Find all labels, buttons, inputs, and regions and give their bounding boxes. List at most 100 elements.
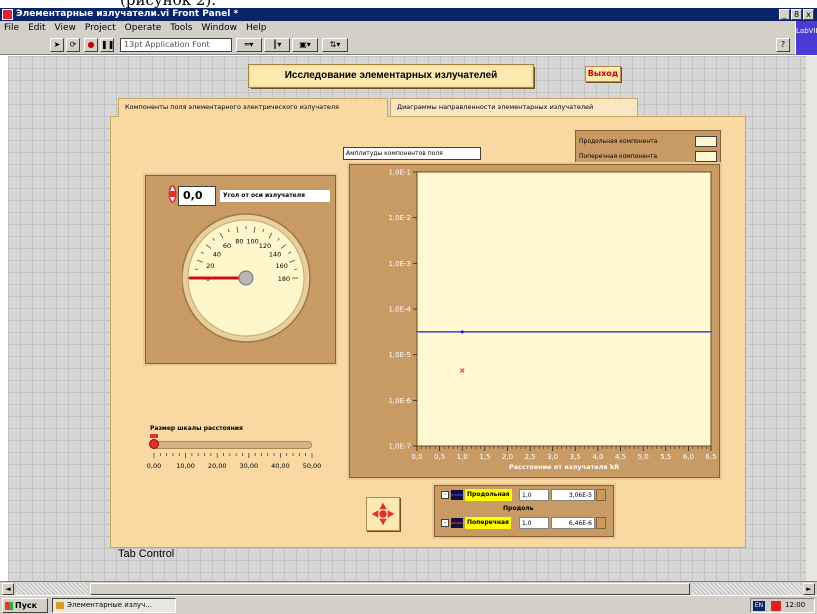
- cursor-scroll[interactable]: [596, 489, 606, 501]
- expand-icon[interactable]: -: [441, 519, 449, 527]
- menu-view[interactable]: View: [55, 23, 76, 33]
- scroll-track[interactable]: [16, 583, 88, 595]
- window-titlebar[interactable]: Элементарные излучатели.vi Front Panel *…: [0, 8, 817, 21]
- legend-swatch-icon: [695, 136, 717, 147]
- x-axis-tick-label: 5,0: [638, 453, 649, 461]
- x-axis-tick-label: 5,5: [660, 453, 671, 461]
- exit-button[interactable]: Выход: [585, 66, 621, 82]
- cursor-scroll[interactable]: [596, 517, 606, 529]
- start-button[interactable]: Пуск: [2, 598, 48, 613]
- gauge-scale-label: 80: [235, 238, 243, 246]
- menu-bar: File Edit View Project Operate Tools Window Hel…: [0, 21, 795, 35]
- menu-window[interactable]: Window: [201, 23, 237, 33]
- x-axis-tick-label: 4,5: [615, 453, 626, 461]
- x-axis-label: Расстояние от излучателя kR: [509, 463, 619, 471]
- cursor-move-button[interactable]: [366, 497, 400, 531]
- x-axis-tick-label: 3,5: [570, 453, 581, 461]
- y-axis-tick-label: 1,0E-5: [388, 351, 411, 359]
- legend-label: Продольная компонента: [579, 138, 658, 145]
- gauge-scale-label: 120: [259, 242, 271, 250]
- taskbar-window-button[interactable]: Элементарные излуч...: [52, 598, 176, 613]
- cursor-swatch-icon: [451, 518, 463, 528]
- context-help-icon[interactable]: ?: [776, 38, 790, 52]
- expand-icon[interactable]: -: [441, 491, 449, 499]
- cursor-y-value[interactable]: 3,06E-5: [551, 489, 595, 501]
- system-tray: EN 12:00: [750, 598, 815, 613]
- angle-label: Угол от оси излучателя: [220, 190, 330, 202]
- x-axis-tick-label: 4,0: [592, 453, 603, 461]
- run-arrow-icon[interactable]: ➤: [50, 38, 64, 52]
- align-objects-icon[interactable]: ═▾: [236, 38, 262, 52]
- minimize-button[interactable]: _: [779, 9, 790, 20]
- tab-field-components[interactable]: Компоненты поля элементарного электричес…: [118, 98, 388, 117]
- scroll-track[interactable]: [692, 583, 802, 595]
- menu-tools[interactable]: Tools: [170, 23, 192, 33]
- pause-icon[interactable]: ❚❚: [100, 38, 114, 52]
- language-indicator[interactable]: EN: [753, 601, 765, 611]
- slider-tick-label: 10,00: [176, 462, 195, 470]
- field-amplitude-chart[interactable]: 1,0E-1 1,0E-2 1,0E-3 1,0E-4 1,0E-5 1,0E-6 1,0E…: [347, 162, 722, 480]
- clock: 12:00: [785, 601, 806, 609]
- cursor-row[interactable]: Продоль: [441, 503, 611, 515]
- gauge-tick: [294, 268, 298, 270]
- slider-scale: 0,00 10,00 20,00 30,00 40,00 50,00: [147, 453, 321, 470]
- tab-radiation-patterns[interactable]: Диаграммы направленности элементарных из…: [390, 98, 638, 116]
- maximize-button[interactable]: 8: [791, 9, 802, 20]
- angle-increment-icon[interactable]: [168, 183, 177, 205]
- abort-icon[interactable]: ●: [84, 38, 98, 52]
- angle-numeric-input[interactable]: 0,0: [178, 186, 216, 206]
- menu-edit[interactable]: Edit: [28, 23, 45, 33]
- y-axis-tick-label: 1,0E-7: [388, 443, 411, 451]
- scroll-left-icon[interactable]: ◄: [2, 583, 14, 595]
- x-axis-tick-label: 6,5: [705, 453, 716, 461]
- cursor-point[interactable]: [460, 330, 464, 334]
- x-axis-tick-label: 1,5: [479, 453, 490, 461]
- distance-scale-slider-track[interactable]: [150, 441, 312, 449]
- run-continuously-icon[interactable]: ⟳: [66, 38, 80, 52]
- menu-project[interactable]: Project: [85, 23, 116, 33]
- gauge-scale-label: 140: [269, 251, 281, 259]
- gauge-scale-label: 160: [275, 262, 287, 270]
- reorder-icon[interactable]: ⇅▾: [322, 38, 348, 52]
- vertical-scrollbar[interactable]: [806, 56, 817, 581]
- cursor-y-value[interactable]: 6,46E-6: [551, 517, 595, 529]
- cursor-name: Продольная: [465, 489, 512, 501]
- y-axis-tick-label: 1,0E-4: [388, 306, 411, 314]
- document-caption-fragment: (рисунок 2).: [0, 0, 817, 8]
- legend-item-longitudinal[interactable]: Продольная компонента: [579, 135, 717, 148]
- slider-tick-label: 30,00: [239, 462, 258, 470]
- app-icon: [2, 9, 13, 20]
- tab-control-label: Tab Control: [118, 548, 175, 560]
- angle-gauge[interactable]: 020406080100120140160180: [182, 212, 312, 352]
- x-axis-tick-label: 2,5: [525, 453, 536, 461]
- gauge-hub: [238, 270, 254, 286]
- cursor-row[interactable]: - Продольная 1,0 3,06E-5: [441, 489, 611, 501]
- menu-operate[interactable]: Operate: [125, 23, 162, 33]
- font-select[interactable]: 13pt Application Font: [120, 38, 232, 52]
- x-axis-tick-label: 3,0: [547, 453, 558, 461]
- menu-file[interactable]: File: [4, 23, 19, 33]
- menu-help[interactable]: Help: [246, 23, 267, 33]
- plot-area[interactable]: [416, 171, 712, 447]
- slider-thumb-icon[interactable]: [149, 434, 159, 451]
- resize-objects-icon[interactable]: ▣▾: [292, 38, 318, 52]
- slider-tick-label: 20,00: [208, 462, 227, 470]
- y-axis-tick-label: 1,0E-2: [388, 214, 411, 222]
- x-axis-tick-label: 1,0: [457, 453, 468, 461]
- scroll-thumb[interactable]: [90, 583, 690, 595]
- close-button[interactable]: x: [803, 9, 814, 20]
- distribute-objects-icon[interactable]: ║▾: [264, 38, 290, 52]
- cursor-move-icon: [371, 502, 395, 526]
- gauge-scale-label: 40: [213, 251, 221, 259]
- y-axis-tick-label: 1,0E-1: [388, 169, 411, 177]
- horizontal-scrollbar[interactable]: ◄ ►: [0, 581, 817, 595]
- gauge-tick: [194, 268, 198, 270]
- window-title: Элементарные излучатели.vi Front Panel *: [16, 9, 239, 19]
- cursor-name: Поперечная: [465, 517, 511, 529]
- cursor-x-value[interactable]: 1,0: [519, 489, 549, 501]
- cursor-row[interactable]: - Поперечная 1,0 6,46E-6: [441, 517, 611, 529]
- tray-app-icon[interactable]: [771, 601, 781, 611]
- cursor-x-value[interactable]: 1,0: [519, 517, 549, 529]
- slider-tick-label: 40,00: [271, 462, 290, 470]
- scroll-right-icon[interactable]: ►: [803, 583, 815, 595]
